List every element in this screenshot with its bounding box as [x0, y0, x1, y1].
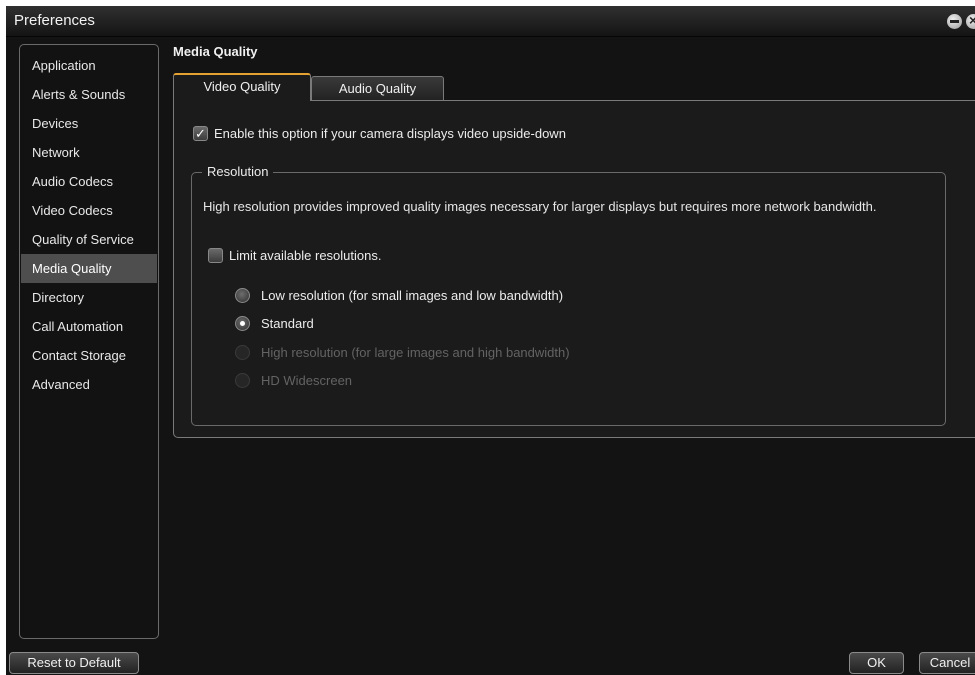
- resolution-group: Resolution High resolution provides impr…: [191, 164, 946, 426]
- flip-video-option[interactable]: ✓ Enable this option if your camera disp…: [193, 126, 566, 141]
- preferences-window: Preferences Application Alerts & Sounds …: [6, 6, 975, 675]
- radio-button[interactable]: [235, 316, 250, 331]
- tab-video-quality[interactable]: Video Quality: [173, 73, 311, 101]
- sidebar-item-quality-of-service[interactable]: Quality of Service: [21, 225, 157, 254]
- radio-label: Low resolution (for small images and low…: [261, 288, 564, 303]
- limit-resolutions-option[interactable]: Limit available resolutions.: [208, 248, 381, 263]
- radio-standard[interactable]: Standard: [235, 316, 314, 331]
- cancel-button[interactable]: Cancel: [919, 652, 975, 674]
- limit-resolutions-checkbox[interactable]: [208, 248, 223, 263]
- sidebar-item-audio-codecs[interactable]: Audio Codecs: [21, 167, 157, 196]
- limit-resolutions-label: Limit available resolutions.: [229, 248, 382, 263]
- radio-label: HD Widescreen: [261, 373, 353, 388]
- resolution-description: High resolution provides improved qualit…: [203, 199, 877, 214]
- video-quality-panel: ✓ Enable this option if your camera disp…: [173, 100, 975, 438]
- sidebar-item-devices[interactable]: Devices: [21, 109, 157, 138]
- sidebar-item-call-automation[interactable]: Call Automation: [21, 312, 157, 341]
- sidebar-item-media-quality[interactable]: Media Quality: [21, 254, 157, 283]
- radio-button: [235, 345, 250, 360]
- tab-audio-quality[interactable]: Audio Quality: [311, 76, 444, 100]
- minimize-icon[interactable]: [947, 14, 962, 29]
- sidebar-item-network[interactable]: Network: [21, 138, 157, 167]
- sidebar-item-advanced[interactable]: Advanced: [21, 370, 157, 399]
- window-title: Preferences: [14, 12, 95, 29]
- sidebar-item-application[interactable]: Application: [21, 51, 157, 80]
- sidebar-item-contact-storage[interactable]: Contact Storage: [21, 341, 157, 370]
- title-bar[interactable]: Preferences: [6, 6, 975, 37]
- sidebar-item-video-codecs[interactable]: Video Codecs: [21, 196, 157, 225]
- radio-label: High resolution (for large images and hi…: [261, 345, 570, 360]
- radio-button: [235, 373, 250, 388]
- button-bar: Reset to Default OK Cancel: [6, 646, 975, 675]
- flip-video-checkbox[interactable]: ✓: [193, 126, 208, 141]
- resolution-legend: Resolution: [202, 164, 274, 179]
- radio-low-resolution[interactable]: Low resolution (for small images and low…: [235, 288, 563, 303]
- radio-label: Standard: [261, 316, 314, 331]
- close-icon[interactable]: [966, 12, 975, 29]
- page-title: Media Quality: [173, 44, 258, 59]
- sidebar-item-directory[interactable]: Directory: [21, 283, 157, 312]
- sidebar-item-alerts-sounds[interactable]: Alerts & Sounds: [21, 80, 157, 109]
- ok-button[interactable]: OK: [849, 652, 904, 674]
- radio-high-resolution: High resolution (for large images and hi…: [235, 345, 570, 360]
- preferences-sidebar: Application Alerts & Sounds Devices Netw…: [19, 44, 159, 639]
- reset-to-default-button[interactable]: Reset to Default: [9, 652, 139, 674]
- radio-button[interactable]: [235, 288, 250, 303]
- check-icon: ✓: [195, 126, 206, 141]
- flip-video-label: Enable this option if your camera displa…: [214, 126, 566, 141]
- radio-hd-widescreen: HD Widescreen: [235, 373, 352, 388]
